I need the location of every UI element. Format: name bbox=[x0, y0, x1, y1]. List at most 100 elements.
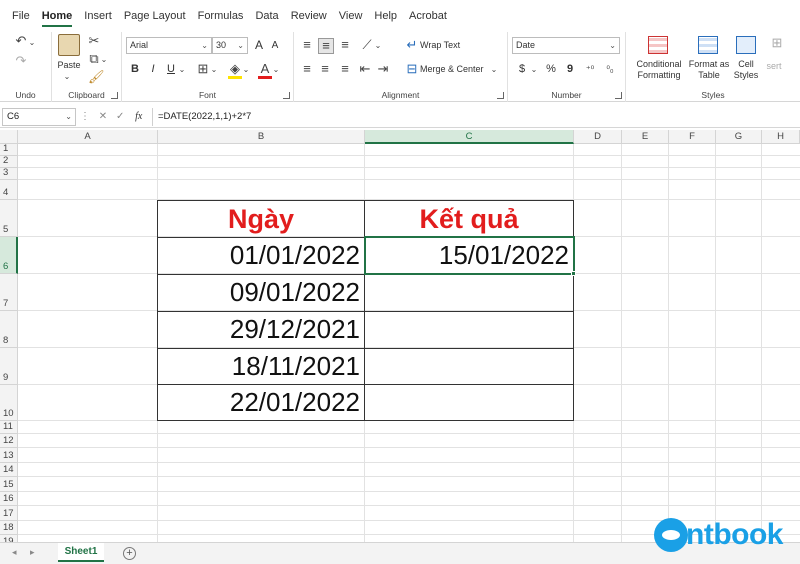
cut-icon[interactable]: ✂ bbox=[88, 34, 100, 48]
menu-tab-review[interactable]: Review bbox=[285, 0, 333, 32]
comma-style-button[interactable]: 9 bbox=[564, 61, 576, 78]
column-header-h[interactable]: H bbox=[762, 130, 800, 144]
align-top-icon[interactable]: ≡ bbox=[300, 38, 314, 52]
copy-icon[interactable]: ⧉ bbox=[88, 52, 100, 66]
cancel-icon[interactable]: ✕ bbox=[99, 111, 107, 122]
format-as-table-label-1[interactable]: Format as bbox=[686, 59, 732, 70]
cell-c5[interactable]: Kết quả bbox=[365, 202, 573, 236]
format-as-table-label-2[interactable]: Table bbox=[686, 70, 732, 81]
row-header-15[interactable]: 15 bbox=[0, 477, 18, 492]
chevron-down-icon[interactable]: ⌄ bbox=[272, 63, 280, 77]
decrease-indent-icon[interactable]: ⇤ bbox=[358, 62, 372, 76]
merge-center-icon[interactable]: ⊟ bbox=[406, 62, 418, 76]
name-box[interactable]: C6 ⌄ bbox=[2, 108, 76, 126]
row-header-8[interactable]: 8 bbox=[0, 311, 18, 348]
chevron-down-icon[interactable]: ⌄ bbox=[210, 63, 218, 77]
chevron-down-icon[interactable]: ⌄ bbox=[242, 63, 250, 77]
conditional-formatting-label-1[interactable]: Conditional bbox=[630, 59, 688, 70]
cell-b7[interactable]: 09/01/2022 bbox=[158, 275, 364, 311]
format-painter-icon[interactable]: 🖌 bbox=[88, 70, 105, 84]
align-middle-icon[interactable]: ≡ bbox=[318, 38, 334, 54]
wrap-text-icon[interactable]: ↵ bbox=[406, 38, 418, 52]
cell-c7[interactable] bbox=[365, 275, 573, 311]
conditional-formatting-label-2[interactable]: Formatting bbox=[630, 70, 688, 81]
column-header-g[interactable]: G bbox=[716, 130, 762, 144]
cell-c10[interactable] bbox=[365, 385, 573, 420]
prev-sheet-icon[interactable]: ◂ bbox=[12, 547, 17, 558]
menu-tab-page-layout[interactable]: Page Layout bbox=[118, 0, 192, 32]
align-right-icon[interactable]: ≡ bbox=[338, 62, 352, 76]
row-header-7[interactable]: 7 bbox=[0, 274, 18, 311]
borders-icon[interactable]: ⊞ bbox=[196, 62, 210, 76]
menu-tab-formulas[interactable]: Formulas bbox=[192, 0, 250, 32]
row-header-18[interactable]: 18 bbox=[0, 521, 18, 535]
cell-c8[interactable] bbox=[365, 312, 573, 348]
sheet-tab-sheet1[interactable]: Sheet1 bbox=[58, 543, 104, 562]
wrap-text-button[interactable]: Wrap Text bbox=[420, 40, 480, 51]
orientation-icon[interactable]: ⟋ bbox=[360, 38, 374, 52]
underline-button[interactable]: U bbox=[164, 61, 178, 78]
menu-tab-file[interactable]: File bbox=[6, 0, 36, 32]
increase-indent-icon[interactable]: ⇥ bbox=[376, 62, 390, 76]
menu-tab-data[interactable]: Data bbox=[249, 0, 284, 32]
conditional-formatting-icon[interactable] bbox=[648, 36, 668, 54]
formula-input[interactable]: =DATE(2022,1,1)+2*7 bbox=[152, 108, 798, 126]
chevron-down-icon[interactable]: ⌄ bbox=[100, 53, 108, 67]
grow-font-button[interactable]: A bbox=[252, 37, 266, 54]
row-header-11[interactable]: 11 bbox=[0, 421, 18, 434]
menu-tab-help[interactable]: Help bbox=[368, 0, 403, 32]
align-left-icon[interactable]: ≡ bbox=[300, 62, 314, 76]
insert-cells-icon[interactable]: ⊞ bbox=[770, 36, 784, 54]
cell-b8[interactable]: 29/12/2021 bbox=[158, 312, 364, 348]
cell-b6[interactable]: 01/01/2022 bbox=[158, 238, 364, 274]
next-sheet-icon[interactable]: ▸ bbox=[30, 547, 35, 558]
font-color-icon[interactable]: A bbox=[258, 62, 272, 79]
row-header-3[interactable]: 3 bbox=[0, 167, 18, 180]
column-header-c[interactable]: C bbox=[365, 130, 574, 144]
decrease-decimal-icon[interactable]: ⁰₀ bbox=[602, 62, 618, 76]
font-name-select[interactable]: Arial ⌄ bbox=[126, 37, 212, 54]
menu-tab-acrobat[interactable]: Acrobat bbox=[403, 0, 453, 32]
align-bottom-icon[interactable]: ≡ bbox=[338, 38, 352, 52]
menu-tab-insert[interactable]: Insert bbox=[78, 0, 118, 32]
row-header-6[interactable]: 6 bbox=[0, 237, 18, 274]
chevron-down-icon[interactable]: ⌄ bbox=[530, 63, 538, 77]
number-launcher-icon[interactable] bbox=[615, 92, 622, 99]
select-all-corner[interactable] bbox=[0, 130, 18, 144]
number-format-select[interactable]: Date ⌄ bbox=[512, 37, 620, 54]
chevron-down-icon[interactable]: ⌄ bbox=[62, 70, 72, 84]
fill-handle[interactable] bbox=[571, 271, 576, 276]
bold-button[interactable]: B bbox=[128, 61, 142, 78]
row-header-12[interactable]: 12 bbox=[0, 434, 18, 448]
alignment-launcher-icon[interactable] bbox=[497, 92, 504, 99]
column-header-f[interactable]: F bbox=[669, 130, 716, 144]
row-header-9[interactable]: 9 bbox=[0, 348, 18, 385]
merge-center-button[interactable]: Merge & Center bbox=[420, 64, 492, 75]
cell-styles-label-1[interactable]: Cell bbox=[730, 59, 762, 70]
chevron-down-icon[interactable]: ⌄ bbox=[490, 63, 498, 77]
row-header-14[interactable]: 14 bbox=[0, 463, 18, 477]
spreadsheet-grid[interactable]: A B C D E F G H 1 2 3 4 5 6 7 8 9 10 11 … bbox=[0, 130, 800, 542]
cell-styles-icon[interactable] bbox=[736, 36, 756, 54]
row-header-13[interactable]: 13 bbox=[0, 448, 18, 463]
add-sheet-icon[interactable]: + bbox=[123, 547, 136, 560]
insert-function-icon[interactable]: fx bbox=[135, 111, 142, 122]
percent-button[interactable]: % bbox=[544, 61, 558, 78]
confirm-icon[interactable]: ✓ bbox=[116, 111, 124, 122]
shrink-font-button[interactable]: A bbox=[268, 37, 282, 54]
chevron-down-icon[interactable]: ⌄ bbox=[178, 63, 186, 77]
format-as-table-icon[interactable] bbox=[698, 36, 718, 54]
row-header-17[interactable]: 17 bbox=[0, 506, 18, 521]
chevron-down-icon[interactable]: ⌄ bbox=[28, 36, 36, 50]
cell-b9[interactable]: 18/11/2021 bbox=[158, 349, 364, 384]
cell-b5[interactable]: Ngày bbox=[158, 202, 364, 236]
insert-cells-label[interactable]: sert bbox=[764, 61, 784, 72]
paste-icon[interactable] bbox=[58, 34, 80, 56]
row-header-19[interactable]: 19 bbox=[0, 535, 18, 542]
font-size-select[interactable]: 30 ⌄ bbox=[212, 37, 248, 54]
align-center-icon[interactable]: ≡ bbox=[318, 62, 332, 76]
row-header-10[interactable]: 10 bbox=[0, 385, 18, 421]
menu-tab-view[interactable]: View bbox=[333, 0, 369, 32]
italic-button[interactable]: I bbox=[146, 61, 160, 78]
column-header-e[interactable]: E bbox=[622, 130, 669, 144]
